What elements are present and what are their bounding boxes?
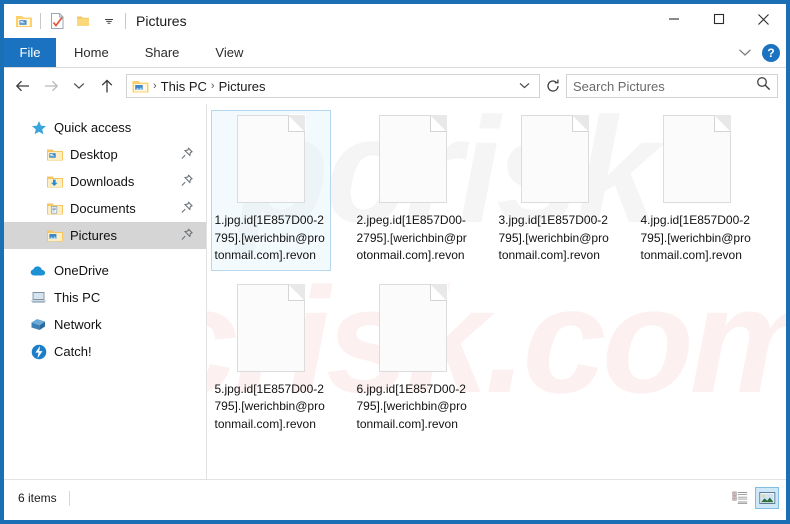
pin-icon[interactable] xyxy=(181,200,193,216)
file-item[interactable]: 1.jpg.id[1E857D00-2795].[werichbin@proto… xyxy=(211,110,331,271)
file-name-label: 6.jpg.id[1E857D00-2795].[werichbin@proto… xyxy=(356,381,467,431)
navigation-pane[interactable]: Quick access Desktop Downloads Documents… xyxy=(4,104,207,479)
sidebar-item-quick-access[interactable]: Quick access xyxy=(4,114,206,141)
minimize-button[interactable] xyxy=(651,4,696,34)
file-item[interactable]: 4.jpg.id[1E857D00-2795].[werichbin@proto… xyxy=(637,110,757,271)
blank-document-icon xyxy=(379,282,448,372)
sidebar-label: OneDrive xyxy=(54,263,109,278)
file-item[interactable]: 5.jpg.id[1E857D00-2795].[werichbin@proto… xyxy=(211,279,331,440)
forward-button[interactable] xyxy=(38,73,64,99)
close-button[interactable] xyxy=(741,4,786,34)
sidebar-item-documents[interactable]: Documents xyxy=(4,195,206,222)
catch-icon xyxy=(30,343,47,360)
folder-pictures-icon xyxy=(46,227,63,244)
file-name-label: 1.jpg.id[1E857D00-2795].[werichbin@proto… xyxy=(214,213,325,262)
pin-icon[interactable] xyxy=(181,146,193,162)
sidebar-label: Network xyxy=(54,317,102,332)
sidebar-label: Pictures xyxy=(70,228,117,243)
blank-document-icon xyxy=(237,114,306,203)
explorer-window: Pictures File Home Share View ? › This P… xyxy=(0,0,790,524)
sidebar-item-desktop[interactable]: Desktop xyxy=(4,141,206,168)
sidebar-label: Catch! xyxy=(54,344,92,359)
file-name-label: 4.jpg.id[1E857D00-2795].[werichbin@proto… xyxy=(640,213,751,262)
breadcrumb-this-pc[interactable]: This PC xyxy=(161,79,207,94)
sidebar-label: Downloads xyxy=(70,174,135,189)
sidebar-label: Desktop xyxy=(70,147,118,162)
ribbon-right-controls: ? xyxy=(738,38,780,68)
status-divider xyxy=(68,490,70,506)
window-controls xyxy=(651,4,786,34)
file-list-pane[interactable]: pcrisk pcrisk.com 1.jpg.id[1E857D00-2795… xyxy=(207,104,786,479)
window-inner: Pictures File Home Share View ? › This P… xyxy=(4,4,786,520)
qat-divider-2 xyxy=(125,13,126,29)
file-name-label: 5.jpg.id[1E857D00-2795].[werichbin@proto… xyxy=(214,381,325,431)
search-icon[interactable] xyxy=(756,76,771,96)
computer-icon xyxy=(30,289,47,306)
sidebar-item-downloads[interactable]: Downloads xyxy=(4,168,206,195)
sidebar-item-catch[interactable]: Catch! xyxy=(4,338,206,365)
pin-icon[interactable] xyxy=(181,227,193,243)
tab-home[interactable]: Home xyxy=(56,38,127,67)
title-bar: Pictures xyxy=(4,4,786,38)
quick-access-toolbar xyxy=(4,11,126,31)
new-folder-icon[interactable] xyxy=(73,11,93,31)
tab-file[interactable]: File xyxy=(4,38,56,67)
up-button[interactable] xyxy=(94,73,120,99)
explorer-menu-icon[interactable] xyxy=(14,11,34,31)
sidebar-label: Documents xyxy=(70,201,136,216)
search-input[interactable] xyxy=(573,78,756,94)
network-icon xyxy=(30,316,47,333)
chevron-down-icon[interactable] xyxy=(738,44,752,62)
back-button[interactable] xyxy=(10,73,36,99)
file-item[interactable]: 2.jpeg.id[1E857D00-2795].[werichbin@prot… xyxy=(353,110,473,271)
folder-desktop-icon xyxy=(46,146,63,163)
breadcrumb[interactable]: › This PC › Pictures xyxy=(126,74,540,98)
star-icon xyxy=(30,119,47,136)
folder-documents-icon xyxy=(46,200,63,217)
tab-view[interactable]: View xyxy=(197,38,261,67)
breadcrumb-dropdown-icon[interactable] xyxy=(514,81,535,92)
sidebar-item-network[interactable]: Network xyxy=(4,311,206,338)
large-icons-view-button[interactable] xyxy=(755,487,779,509)
blank-document-icon xyxy=(521,114,590,203)
window-title: Pictures xyxy=(136,13,187,29)
explorer-body: Quick access Desktop Downloads Documents… xyxy=(4,104,786,479)
breadcrumb-pictures[interactable]: Pictures xyxy=(219,79,266,94)
blank-document-icon xyxy=(237,282,306,372)
pin-icon[interactable] xyxy=(181,173,193,189)
refresh-button[interactable] xyxy=(542,74,564,98)
view-mode-buttons xyxy=(728,487,779,509)
status-bar: 6 items xyxy=(4,479,786,516)
sidebar-item-this-pc[interactable]: This PC xyxy=(4,284,206,311)
folder-downloads-icon xyxy=(46,173,63,190)
blank-document-icon xyxy=(663,114,732,203)
ribbon-tab-bar: File Home Share View ? xyxy=(4,38,786,68)
tab-share[interactable]: Share xyxy=(127,38,198,67)
breadcrumb-sep-2: › xyxy=(210,80,215,92)
maximize-button[interactable] xyxy=(696,4,741,34)
details-view-button[interactable] xyxy=(728,487,752,509)
recent-locations-button[interactable] xyxy=(66,73,92,99)
cloud-icon xyxy=(30,262,47,279)
properties-icon[interactable] xyxy=(47,11,67,31)
sidebar-label: This PC xyxy=(54,290,101,305)
item-count-label: 6 items xyxy=(18,491,57,505)
search-box[interactable] xyxy=(566,74,778,98)
sidebar-item-pictures[interactable]: Pictures xyxy=(4,222,206,249)
file-item[interactable]: 3.jpg.id[1E857D00-2795].[werichbin@proto… xyxy=(495,110,615,271)
file-name-label: 3.jpg.id[1E857D00-2795].[werichbin@proto… xyxy=(498,213,609,262)
sidebar-label: Quick access xyxy=(54,120,132,135)
blank-document-icon xyxy=(379,114,448,203)
address-bar: › This PC › Pictures xyxy=(4,68,786,104)
file-name-label: 2.jpeg.id[1E857D00-2795].[werichbin@prot… xyxy=(356,213,467,262)
customize-qat-icon[interactable] xyxy=(99,11,119,31)
folder-pictures-icon xyxy=(132,79,149,94)
file-grid: 1.jpg.id[1E857D00-2795].[werichbin@proto… xyxy=(207,104,786,447)
help-icon[interactable]: ? xyxy=(762,44,780,62)
qat-divider-1 xyxy=(40,13,41,29)
sidebar-item-onedrive[interactable]: OneDrive xyxy=(4,257,206,284)
file-item[interactable]: 6.jpg.id[1E857D00-2795].[werichbin@proto… xyxy=(353,279,473,440)
breadcrumb-sep-1: › xyxy=(153,80,157,92)
